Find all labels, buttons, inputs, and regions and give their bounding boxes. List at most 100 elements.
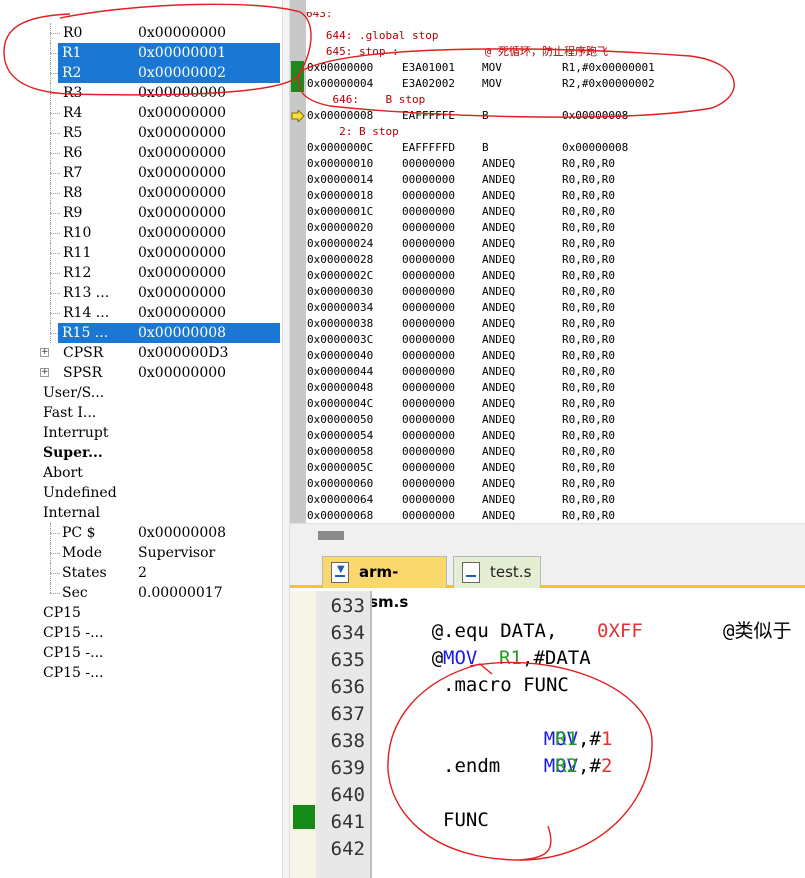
cp15-group[interactable]: CP15 -...: [43, 643, 103, 663]
internal-row-pc[interactable]: PC $ 0x00000008: [0, 523, 282, 543]
register-row-r0[interactable]: R0 0x00000000: [0, 23, 282, 43]
register-row-r7[interactable]: R7 0x00000000: [0, 163, 282, 183]
code-literal: 0XFF: [597, 620, 643, 642]
mode-group-irq[interactable]: Interrupt: [43, 423, 108, 443]
code-comment: @类似于: [723, 620, 792, 642]
internal-name: Mode: [62, 545, 103, 561]
instr-opcode: 00000000: [402, 445, 455, 458]
mode-group-supervisor[interactable]: Super...: [43, 443, 103, 463]
register-row-r10[interactable]: R10 0x00000000: [0, 223, 282, 243]
instr-mnemonic: ANDEQ: [482, 269, 516, 282]
cp15-group[interactable]: CP15: [43, 603, 81, 623]
instr-mnemonic: ANDEQ: [482, 333, 516, 346]
mode-group-internal[interactable]: Internal: [43, 503, 100, 523]
disassembly-gutter[interactable]: [290, 0, 306, 523]
instr-opcode: 00000000: [402, 413, 455, 426]
instr-mnemonic: ANDEQ: [482, 205, 516, 218]
mode-group-abort[interactable]: Abort: [43, 463, 83, 483]
register-row-spsr[interactable]: + SPSR 0x00000000: [0, 363, 282, 383]
code-line-636[interactable]: .macro FUNC: [443, 672, 569, 699]
register-name: R11: [63, 245, 92, 261]
internal-value: Supervisor: [138, 545, 216, 561]
instr-opcode: 00000000: [402, 493, 455, 506]
source-line: 2: B stop: [306, 125, 399, 138]
instr-args: R0,R0,R0: [562, 205, 615, 218]
mode-group-user[interactable]: User/S...: [43, 383, 104, 403]
register-row-r4[interactable]: R4 0x00000000: [0, 103, 282, 123]
line-number: 635: [330, 649, 365, 671]
instr-args: R0,R0,R0: [562, 253, 615, 266]
instr-opcode: 00000000: [402, 333, 455, 346]
code-line-638[interactable]: MOV R2 ,# 2: [498, 726, 613, 777]
line-number: 638: [330, 730, 365, 752]
cp15-group[interactable]: CP15 -...: [43, 623, 103, 643]
code-line-634[interactable]: @ MOV R1 ,#DATA: [386, 618, 591, 669]
register-row-r6[interactable]: R6 0x00000000: [0, 143, 282, 163]
code-line-639[interactable]: .endm: [443, 753, 500, 780]
instr-mnemonic: ANDEQ: [482, 413, 516, 426]
register-row-cpsr[interactable]: + CPSR 0x000000D3: [0, 343, 282, 363]
instr-address: 0x00000000: [307, 61, 374, 74]
instr-mnemonic: ANDEQ: [482, 429, 516, 442]
instr-mnemonic: ANDEQ: [482, 221, 516, 234]
instr-args: R0,R0,R0: [562, 157, 615, 170]
register-value: 0x00000000: [138, 25, 227, 41]
register-name: R8: [63, 185, 83, 201]
instr-mnemonic: MOV: [482, 77, 502, 90]
pane-splitter[interactable]: [282, 0, 290, 878]
instr-mnemonic: ANDEQ: [482, 493, 516, 506]
scrollbar-thumb[interactable]: [318, 531, 344, 540]
source-line: 643:: [306, 12, 333, 20]
tab-arm-asm[interactable]: ▼ arm-asm.s: [322, 556, 447, 611]
instr-opcode: EAFFFFFE: [402, 109, 455, 122]
mode-group-fiq[interactable]: Fast I...: [43, 403, 96, 423]
tab-test[interactable]: test.s: [453, 556, 541, 588]
instr-address: 0x00000024: [307, 237, 374, 250]
instr-mnemonic: ANDEQ: [482, 397, 516, 410]
mode-group-undefined[interactable]: Undefined: [43, 483, 117, 503]
code-literal: 2: [601, 755, 613, 777]
breakpoint-gutter[interactable]: [290, 591, 316, 878]
register-name: R6: [63, 145, 83, 161]
instr-mnemonic: ANDEQ: [482, 349, 516, 362]
instr-mnemonic: B: [482, 109, 489, 122]
horizontal-scrollbar[interactable]: [290, 523, 805, 545]
expand-icon[interactable]: +: [40, 368, 49, 377]
code-register: R2: [555, 755, 578, 777]
instr-mnemonic: ANDEQ: [482, 253, 516, 266]
code-line-633[interactable]: @ .equ DATA, 0XFF @类似于: [386, 591, 792, 642]
register-row-r11[interactable]: R11 0x00000000: [0, 243, 282, 263]
internal-row-mode[interactable]: Mode Supervisor: [0, 543, 282, 563]
instr-opcode: E3A02002: [402, 77, 455, 90]
instr-address: 0x00000008: [307, 109, 374, 122]
register-row-r15[interactable]: R15 ... 0x00000008: [0, 323, 282, 343]
register-row-r1[interactable]: R1 0x00000001: [0, 43, 282, 63]
executed-marker: [291, 61, 304, 92]
register-row-r2[interactable]: R2 0x00000002: [0, 63, 282, 83]
register-row-r3[interactable]: R3 0x00000000: [0, 83, 282, 103]
instr-opcode: 00000000: [402, 301, 455, 314]
register-row-r9[interactable]: R9 0x00000000: [0, 203, 282, 223]
register-row-r8[interactable]: R8 0x00000000: [0, 183, 282, 203]
code-line-641[interactable]: FUNC: [443, 807, 489, 834]
internal-value: 0.00000017: [138, 585, 223, 601]
cp15-group[interactable]: CP15 -...: [43, 663, 103, 683]
register-row-r5[interactable]: R5 0x00000000: [0, 123, 282, 143]
instr-address: 0x00000060: [307, 477, 374, 490]
internal-value: 2: [138, 565, 147, 581]
code-comment-marker: @: [431, 647, 444, 669]
breakpoint-marker[interactable]: [293, 805, 315, 829]
register-value: 0x00000002: [137, 63, 280, 83]
instr-opcode: 00000000: [402, 189, 455, 202]
register-row-r13[interactable]: R13 ... 0x00000000: [0, 283, 282, 303]
internal-row-states[interactable]: States 2: [0, 563, 282, 583]
register-row-r12[interactable]: R12 0x00000000: [0, 263, 282, 283]
expand-icon[interactable]: +: [40, 348, 49, 357]
instr-args: R2,#0x00000002: [562, 77, 655, 90]
register-row-r14[interactable]: R14 ... 0x00000000: [0, 303, 282, 323]
file-icon: ▼: [331, 562, 349, 583]
instr-address: 0x00000058: [307, 445, 374, 458]
instr-opcode: E3A01001: [402, 61, 455, 74]
code-line-637[interactable]: MOV R1 ,# 1: [498, 699, 613, 750]
internal-row-sec[interactable]: Sec 0.00000017: [0, 583, 282, 603]
